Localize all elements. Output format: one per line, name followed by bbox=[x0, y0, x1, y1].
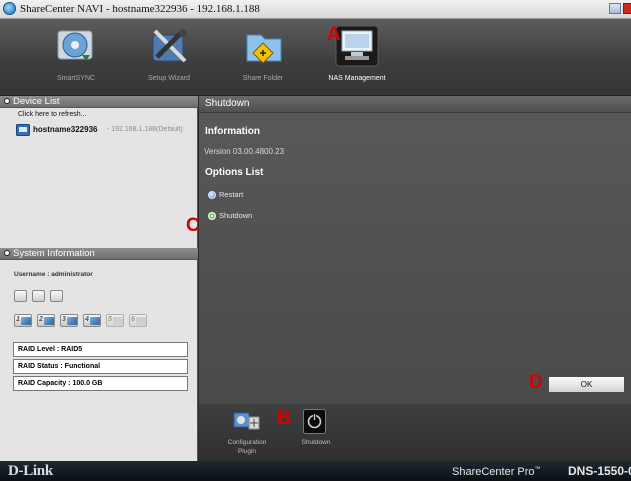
close-button[interactable] bbox=[623, 3, 631, 14]
shutdown-option[interactable]: Shutdown bbox=[208, 211, 288, 221]
shutdown-label: Shutdown bbox=[219, 211, 253, 220]
plugin-label: Configuration bbox=[227, 439, 267, 446]
shutdown-panel: Shutdown Information Version 03.00.4800.… bbox=[199, 96, 631, 404]
power-status-icon[interactable] bbox=[50, 290, 63, 302]
settings-icon[interactable] bbox=[14, 290, 27, 302]
toolbar-label: NAS Management bbox=[328, 75, 386, 82]
dlink-logo: D-Link bbox=[8, 463, 53, 479]
toolbar-label: SmartSYNC bbox=[56, 75, 96, 82]
information-heading: Information bbox=[205, 126, 260, 137]
toolbar-share-folder-button[interactable]: Share Folder bbox=[217, 23, 309, 93]
panel-title: Shutdown bbox=[205, 98, 250, 109]
device-icon bbox=[16, 124, 30, 136]
disk-1-icon[interactable]: 1 bbox=[14, 314, 32, 327]
footer-bar: D-Link ShareCenter Pro™ DNS-1550-04 bbox=[0, 461, 631, 481]
plugin-bar: Configuration Plugin Shutdown bbox=[199, 404, 631, 461]
tools-wizard-icon bbox=[152, 29, 187, 63]
raid-status-box: RAID Status : Functional bbox=[13, 359, 188, 374]
ok-button[interactable]: OK bbox=[548, 376, 625, 393]
restart-option[interactable]: Restart bbox=[208, 190, 288, 200]
configuration-plugin-button[interactable]: Configuration Plugin bbox=[223, 407, 271, 459]
device-list-panel: Device List Click here to refresh... hos… bbox=[0, 96, 198, 248]
share-folder-icon bbox=[246, 34, 282, 64]
raid-status: RAID Status : Functional bbox=[18, 363, 101, 370]
shutdown-plugin-button[interactable]: Shutdown bbox=[298, 407, 334, 459]
power-icon bbox=[303, 409, 326, 434]
device-list-title: Device List bbox=[13, 96, 60, 107]
device-name: hostname322936 bbox=[33, 125, 98, 134]
callout-c: C bbox=[186, 215, 200, 236]
toolbar-setup-wizard-button[interactable]: Setup Wizard bbox=[123, 23, 215, 93]
restart-radio[interactable] bbox=[208, 191, 216, 199]
disk-3-icon[interactable]: 3 bbox=[60, 314, 78, 327]
raid-level-box: RAID Level : RAID5 bbox=[13, 342, 188, 357]
raid-capacity: RAID Capacity : 100.0 GB bbox=[18, 380, 103, 387]
disk-6-icon[interactable]: 6 bbox=[129, 314, 147, 327]
raid-capacity-box: RAID Capacity : 100.0 GB bbox=[13, 376, 188, 391]
device-list-header: Device List bbox=[0, 96, 198, 108]
toolbar-label: Setup Wizard bbox=[147, 75, 191, 82]
device-ip: - 192.168.1.188(Default) bbox=[107, 126, 183, 133]
model-number: DNS-1550-04 bbox=[568, 464, 631, 478]
main-toolbar: SmartSYNC Setup Wizard Share Folder NAS … bbox=[0, 19, 631, 96]
callout-b: B bbox=[277, 408, 291, 429]
toolbar-nas-management-button[interactable]: NAS Management bbox=[311, 23, 403, 93]
bullet-icon bbox=[4, 98, 10, 104]
configuration-plugin-icon bbox=[233, 412, 260, 430]
plugin-label: Plugin bbox=[237, 448, 257, 455]
bullet-icon bbox=[4, 250, 10, 256]
plugin-label: Shutdown bbox=[301, 439, 331, 446]
disk-2-icon[interactable]: 2 bbox=[37, 314, 55, 327]
shutdown-panel-header: Shutdown bbox=[199, 96, 631, 113]
options-list-heading: Options List bbox=[205, 167, 264, 178]
sync-disc-icon bbox=[57, 30, 93, 61]
system-information-title: System Information bbox=[13, 248, 95, 259]
restart-label: Restart bbox=[219, 190, 244, 199]
disk-5-icon[interactable]: 5 bbox=[106, 314, 124, 327]
toolbar-label: Share Folder bbox=[242, 75, 284, 82]
raid-level: RAID Level : RAID5 bbox=[18, 346, 83, 353]
window-title: ShareCenter NAVI - hostname322936 - 192.… bbox=[20, 3, 260, 15]
system-information-panel: System Information Username : administra… bbox=[0, 248, 198, 461]
minimize-button[interactable] bbox=[609, 3, 621, 14]
callout-a: A bbox=[327, 24, 341, 45]
nas-monitor-icon bbox=[335, 25, 379, 67]
version-text: Version 03.00.4800.23 bbox=[204, 147, 285, 156]
device-item[interactable]: hostname322936 - 192.168.1.188(Default) bbox=[16, 123, 196, 137]
product-name: ShareCenter Pro™ bbox=[452, 466, 541, 478]
shutdown-radio[interactable] bbox=[208, 212, 216, 220]
window-titlebar: ShareCenter NAVI - hostname322936 - 192.… bbox=[0, 0, 631, 19]
disk-4-icon[interactable]: 4 bbox=[83, 314, 101, 327]
system-information-header: System Information bbox=[0, 248, 198, 260]
app-icon bbox=[3, 2, 16, 15]
callout-d: D bbox=[529, 372, 543, 393]
username-label: Username : administrator bbox=[14, 271, 93, 278]
toolbar-smartsync-button[interactable]: SmartSYNC bbox=[30, 23, 122, 93]
refresh-link[interactable]: Click here to refresh... bbox=[18, 111, 86, 118]
info-icon[interactable] bbox=[32, 290, 45, 302]
